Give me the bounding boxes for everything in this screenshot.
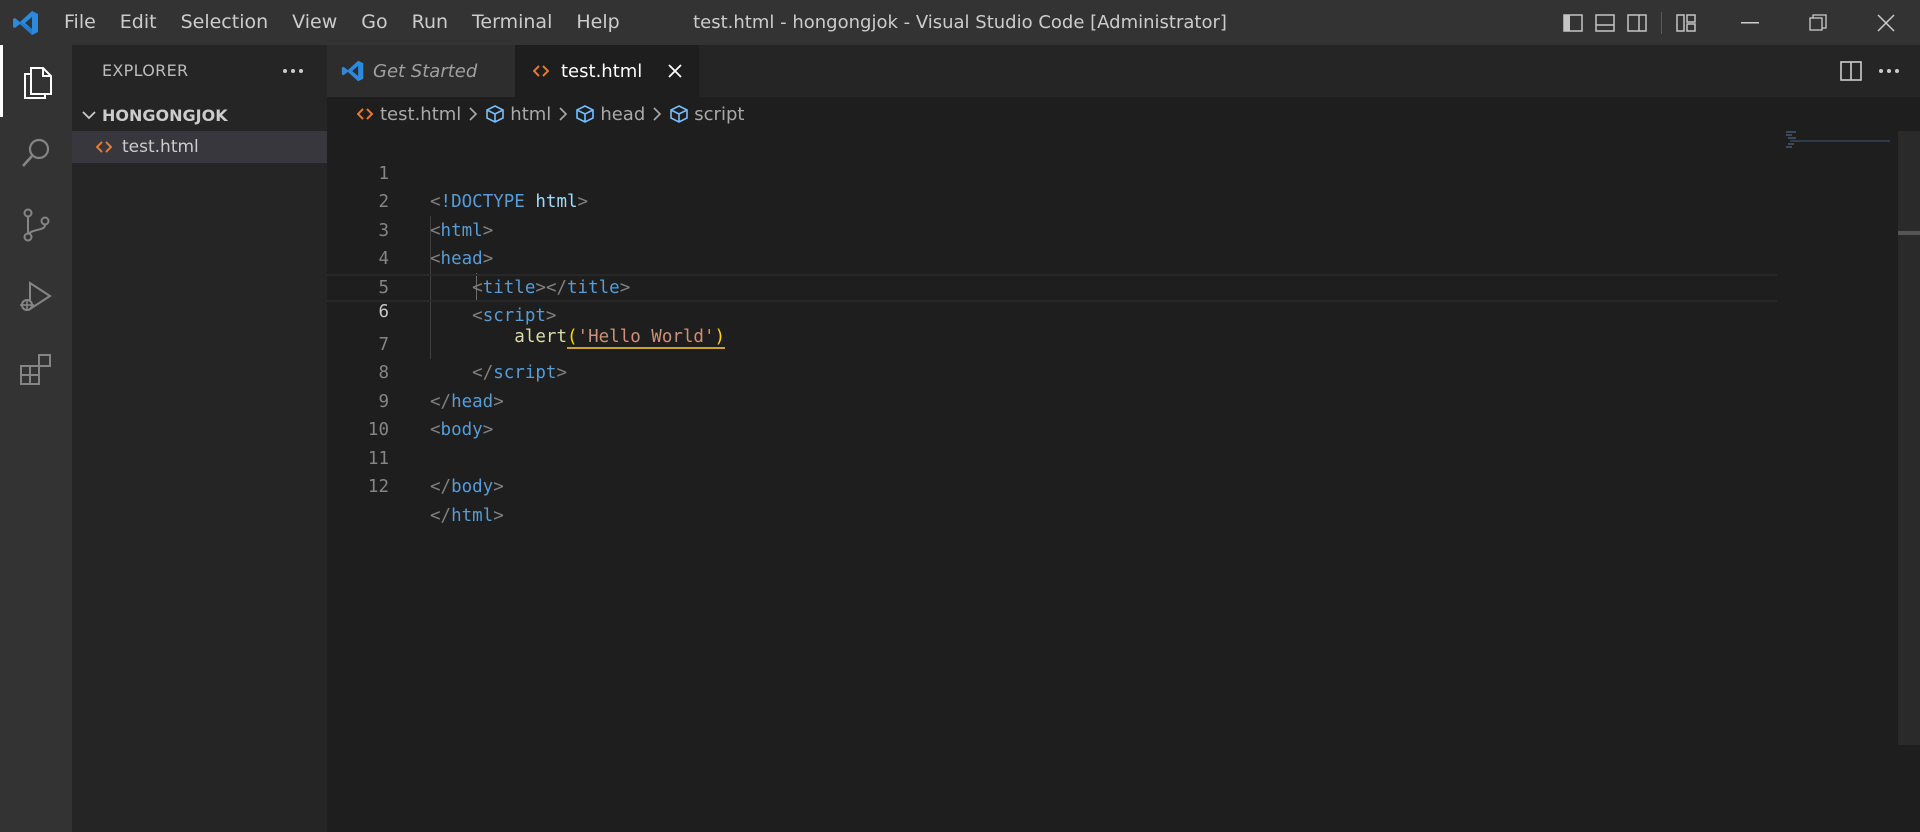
menu-terminal[interactable]: Terminal [460,0,564,45]
code-line[interactable]: 1 <!DOCTYPE html> [327,131,1777,213]
explorer-header: EXPLORER [102,61,189,80]
code-line[interactable]: 7 </script> [327,302,1777,384]
menu-file[interactable]: File [52,0,108,45]
breadcrumb-label: html [510,103,552,125]
code-line-current[interactable]: 6 alert('Hello World') [327,273,1777,349]
breadcrumb-label: script [694,103,745,125]
breadcrumb-head[interactable]: head [575,104,645,125]
editor-tab-bar: Get Started test.html [327,45,1920,97]
vscode-tab-icon [341,59,365,83]
more-actions-icon[interactable] [277,55,309,87]
close-tab-icon[interactable] [661,57,689,85]
code-line[interactable]: 4 <title></title> [327,217,1777,298]
title-controls [1557,0,1920,45]
code-editor[interactable]: 1 <!DOCTYPE html> 2 <html> 3 <head> 4 <t… [327,131,1920,832]
explorer-sidebar: EXPLORER HONGONGJOK test.html [72,45,327,832]
code-line[interactable]: 5 <script> [327,245,1777,327]
title-divider [1661,11,1662,34]
editor-actions [1830,55,1906,87]
code-line[interactable]: 10 [327,388,1777,440]
symbol-element-icon [575,104,595,124]
close-window-icon[interactable] [1852,0,1920,45]
workspace-folder-label: HONGONGJOK [102,105,228,125]
html-file-icon [355,104,375,124]
toggle-secondary-sidebar-icon[interactable] [1621,7,1653,39]
menu-edit[interactable]: Edit [108,0,169,45]
workspace-folder[interactable]: HONGONGJOK [72,99,327,131]
extensions-icon[interactable] [0,333,72,405]
toggle-panel-icon[interactable] [1589,7,1621,39]
menu-help[interactable]: Help [564,0,631,45]
code-line[interactable]: 11 </body> [327,416,1777,498]
tab-label: test.html [561,60,643,82]
menu-bar: File Edit Selection View Go Run Terminal… [52,0,632,45]
breadcrumb-label: test.html [380,103,462,125]
source-control-icon[interactable] [0,189,72,261]
symbol-element-icon [485,104,505,124]
code-line[interactable]: 9 <body> [327,359,1777,441]
breadcrumb-html[interactable]: html [485,104,551,125]
breadcrumb-file[interactable]: test.html [355,104,461,125]
scrollbar-cursor-marker [1898,231,1920,235]
minimap[interactable] [1786,131,1898,151]
chevron-right-icon [648,105,666,123]
tab-test-html[interactable]: test.html [515,45,699,97]
line-number: 12 [367,477,389,497]
breadcrumb-label: head [600,103,646,125]
activity-bar [0,45,72,832]
breadcrumb-script[interactable]: script [669,104,744,125]
title-bar: File Edit Selection View Go Run Terminal… [0,0,1920,45]
file-label: test.html [122,137,199,157]
tab-get-started[interactable]: Get Started [327,45,515,97]
minimize-icon[interactable] [1716,0,1784,45]
file-item-test-html[interactable]: test.html [72,131,327,163]
menu-go[interactable]: Go [349,0,399,45]
html-file-icon [529,59,553,83]
symbol-element-icon [669,104,689,124]
explorer-icon[interactable] [0,45,72,117]
restore-icon[interactable] [1784,0,1852,45]
vertical-scrollbar[interactable] [1898,131,1920,745]
more-editor-actions-icon[interactable] [1872,55,1906,87]
chevron-right-icon [554,105,572,123]
toggle-primary-sidebar-icon[interactable] [1557,7,1589,39]
menu-selection[interactable]: Selection [169,0,281,45]
menu-run[interactable]: Run [400,0,460,45]
search-icon[interactable] [0,117,72,189]
menu-view[interactable]: View [280,0,349,45]
tab-label: Get Started [373,60,478,82]
code-line[interactable]: 3 <head> [327,188,1777,270]
customize-layout-icon[interactable] [1670,7,1702,39]
chevron-down-icon [80,106,98,124]
breadcrumb: test.html html head script [327,97,1920,131]
run-debug-icon[interactable] [0,261,72,333]
html-file-icon [94,137,114,157]
split-editor-icon[interactable] [1834,55,1868,87]
vscode-logo-icon[interactable] [12,9,40,37]
code-line[interactable]: 8 </head> [327,331,1777,412]
chevron-right-icon [464,105,482,123]
code-line[interactable]: 12 </html> [327,445,1777,526]
code-line[interactable]: 2 <html> [327,160,1777,241]
